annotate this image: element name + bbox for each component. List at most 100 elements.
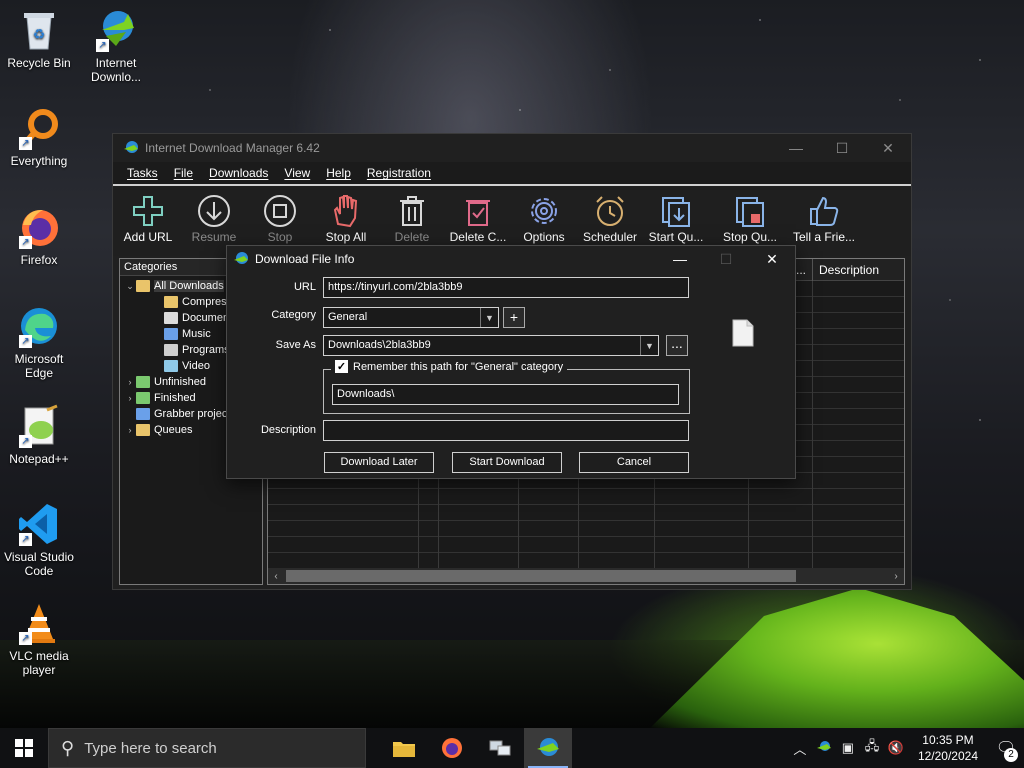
- idm-app-icon: [123, 140, 139, 156]
- shortcut-arrow-icon: ↗: [19, 533, 32, 546]
- taskbar-file-explorer[interactable]: [380, 728, 428, 768]
- category-label: Video: [182, 360, 210, 372]
- vlc-cone-icon: ↗: [17, 601, 61, 645]
- folder-icon: [136, 408, 150, 420]
- desktop-icon-notepadpp[interactable]: ↗ Notepad++: [1, 404, 77, 466]
- taskbar-search-box[interactable]: ⚲ Type here to search: [48, 728, 366, 768]
- expand-arrow-icon[interactable]: ›: [124, 377, 136, 387]
- dialog-titlebar[interactable]: Download File Info — ☐ ✕: [227, 246, 795, 272]
- search-icon: ⚲: [61, 737, 75, 758]
- plus-icon: [115, 192, 181, 230]
- dialog-minimize-button[interactable]: —: [657, 251, 703, 268]
- task-manager-tray-icon[interactable]: ▣: [836, 740, 860, 756]
- stop-icon: [247, 192, 313, 230]
- desktop-icon-everything[interactable]: ↗ Everything: [1, 106, 77, 168]
- download-later-button[interactable]: Download Later: [324, 452, 434, 473]
- category-dropdown[interactable]: General ▼: [323, 307, 499, 328]
- idm-app-icon: [233, 251, 249, 267]
- start-download-button[interactable]: Start Download: [452, 452, 562, 473]
- desktop-icon-label: Firefox: [20, 253, 58, 267]
- description-label: Description: [260, 424, 316, 436]
- desktop-icon-label: Microsoft Edge: [14, 352, 64, 380]
- add-url-button[interactable]: Add URL: [115, 186, 181, 256]
- expand-arrow-icon[interactable]: ›: [124, 425, 136, 435]
- network-icon[interactable]: 🖧: [860, 737, 884, 759]
- desktop-icon-label: Notepad++: [9, 452, 69, 466]
- add-category-button[interactable]: +: [503, 307, 525, 328]
- folder-icon: [164, 312, 178, 324]
- url-label: URL: [293, 281, 316, 293]
- menu-downloads[interactable]: Downloads: [201, 166, 276, 180]
- search-placeholder: Type here to search: [84, 739, 217, 757]
- desktop-icon-label: VLC media player: [9, 649, 69, 677]
- menu-view[interactable]: View: [276, 166, 318, 180]
- url-field[interactable]: https://tinyurl.com/2bla3bb9: [323, 277, 689, 298]
- shortcut-arrow-icon: ↗: [19, 435, 32, 448]
- dialog-title: Download File Info: [255, 252, 355, 266]
- desktop-icon-vscode[interactable]: ↗ Visual Studio Code: [1, 502, 77, 578]
- menu-registration[interactable]: Registration: [359, 166, 439, 180]
- close-button[interactable]: ✕: [865, 140, 911, 157]
- start-button[interactable]: [0, 728, 48, 768]
- scroll-left-icon[interactable]: ‹: [268, 571, 284, 582]
- idm-menubar: Tasks File Downloads View Help Registrat…: [113, 162, 911, 186]
- idm-globe-icon: ↗: [94, 8, 138, 52]
- taskbar-clock[interactable]: 10:35 PM 12/20/2024: [908, 732, 988, 764]
- firefox-icon: ↗: [17, 205, 61, 249]
- menu-help[interactable]: Help: [318, 166, 359, 180]
- idm-window-title: Internet Download Manager 6.42: [145, 141, 320, 155]
- desktop-icon-firefox[interactable]: ↗ Firefox: [1, 205, 77, 267]
- toolbar-label: Stop All: [325, 230, 367, 244]
- column-header-description[interactable]: Description: [812, 259, 885, 281]
- edge-icon: ↗: [17, 304, 61, 348]
- maximize-button[interactable]: ☐: [819, 140, 865, 157]
- expand-arrow-icon[interactable]: ›: [124, 393, 136, 403]
- menu-file[interactable]: File: [166, 166, 201, 180]
- taskbar-firefox[interactable]: [428, 728, 476, 768]
- remember-path-checkbox[interactable]: ✓: [335, 360, 348, 373]
- toolbar-label: Resume: [191, 230, 237, 244]
- save-as-field[interactable]: Downloads\2bla3bb9 ▼: [323, 335, 659, 356]
- remember-path-field[interactable]: Downloads\: [332, 384, 679, 405]
- description-field[interactable]: [323, 420, 689, 441]
- menu-tasks[interactable]: Tasks: [119, 166, 166, 180]
- taskbar-network-app[interactable]: [476, 728, 524, 768]
- taskbar: ⚲ Type here to search ︿ ▣ 🖧 🔇 10:35 PM 1…: [0, 728, 1024, 768]
- horizontal-scrollbar[interactable]: ‹ ›: [268, 568, 904, 584]
- toolbar-label: Start Qu...: [648, 230, 704, 244]
- download-file-info-dialog[interactable]: Download File Info — ☐ ✕ URL https://tin…: [226, 245, 796, 479]
- chevron-up-icon[interactable]: ︿: [788, 739, 812, 758]
- save-as-label: Save As: [275, 339, 316, 351]
- recycle-bin-icon: ♻: [17, 8, 61, 52]
- notifications-button[interactable]: 🗨 2: [988, 738, 1024, 762]
- desktop-icon-idm[interactable]: ↗ Internet Downlo...: [78, 8, 154, 84]
- desktop-icon-edge[interactable]: ↗ Microsoft Edge: [1, 304, 77, 380]
- trash-icon: [379, 192, 445, 230]
- system-tray: ︿ ▣ 🖧 🔇 10:35 PM 12/20/2024 🗨 2: [788, 728, 1024, 768]
- scrollbar-thumb[interactable]: [286, 570, 796, 582]
- firefox-icon: [442, 738, 462, 758]
- scroll-right-icon[interactable]: ›: [888, 571, 904, 582]
- idm-tray-icon[interactable]: [812, 740, 836, 757]
- remember-path-checkbox-row[interactable]: ✓ Remember this path for "General" categ…: [331, 360, 568, 373]
- idm-titlebar[interactable]: Internet Download Manager 6.42 — ☐ ✕: [113, 134, 911, 162]
- taskbar-idm[interactable]: [524, 728, 572, 768]
- minimize-button[interactable]: —: [773, 140, 819, 157]
- desktop-icon-vlc[interactable]: ↗ VLC media player: [1, 601, 77, 677]
- desktop-icon-label: Recycle Bin: [7, 56, 71, 70]
- volume-muted-icon[interactable]: 🔇: [884, 740, 908, 756]
- tell-a-friend-button[interactable]: Tell a Frie...: [791, 186, 857, 256]
- category-label: Queues: [154, 424, 193, 436]
- category-label: All Downloads: [154, 280, 224, 292]
- column-header-truncated[interactable]: ...: [796, 263, 806, 277]
- cancel-button[interactable]: Cancel: [579, 452, 689, 473]
- dialog-close-button[interactable]: ✕: [749, 251, 795, 268]
- browse-button[interactable]: ...: [666, 335, 688, 356]
- category-label: Category: [271, 309, 316, 321]
- shortcut-arrow-icon: ↗: [19, 335, 32, 348]
- folder-icon: [136, 376, 150, 388]
- desktop-icon-recycle-bin[interactable]: ♻ Recycle Bin: [1, 8, 77, 70]
- chevron-down-icon[interactable]: ▼: [640, 336, 658, 355]
- expand-arrow-icon[interactable]: ⌄: [124, 281, 136, 292]
- folder-icon: [136, 392, 150, 404]
